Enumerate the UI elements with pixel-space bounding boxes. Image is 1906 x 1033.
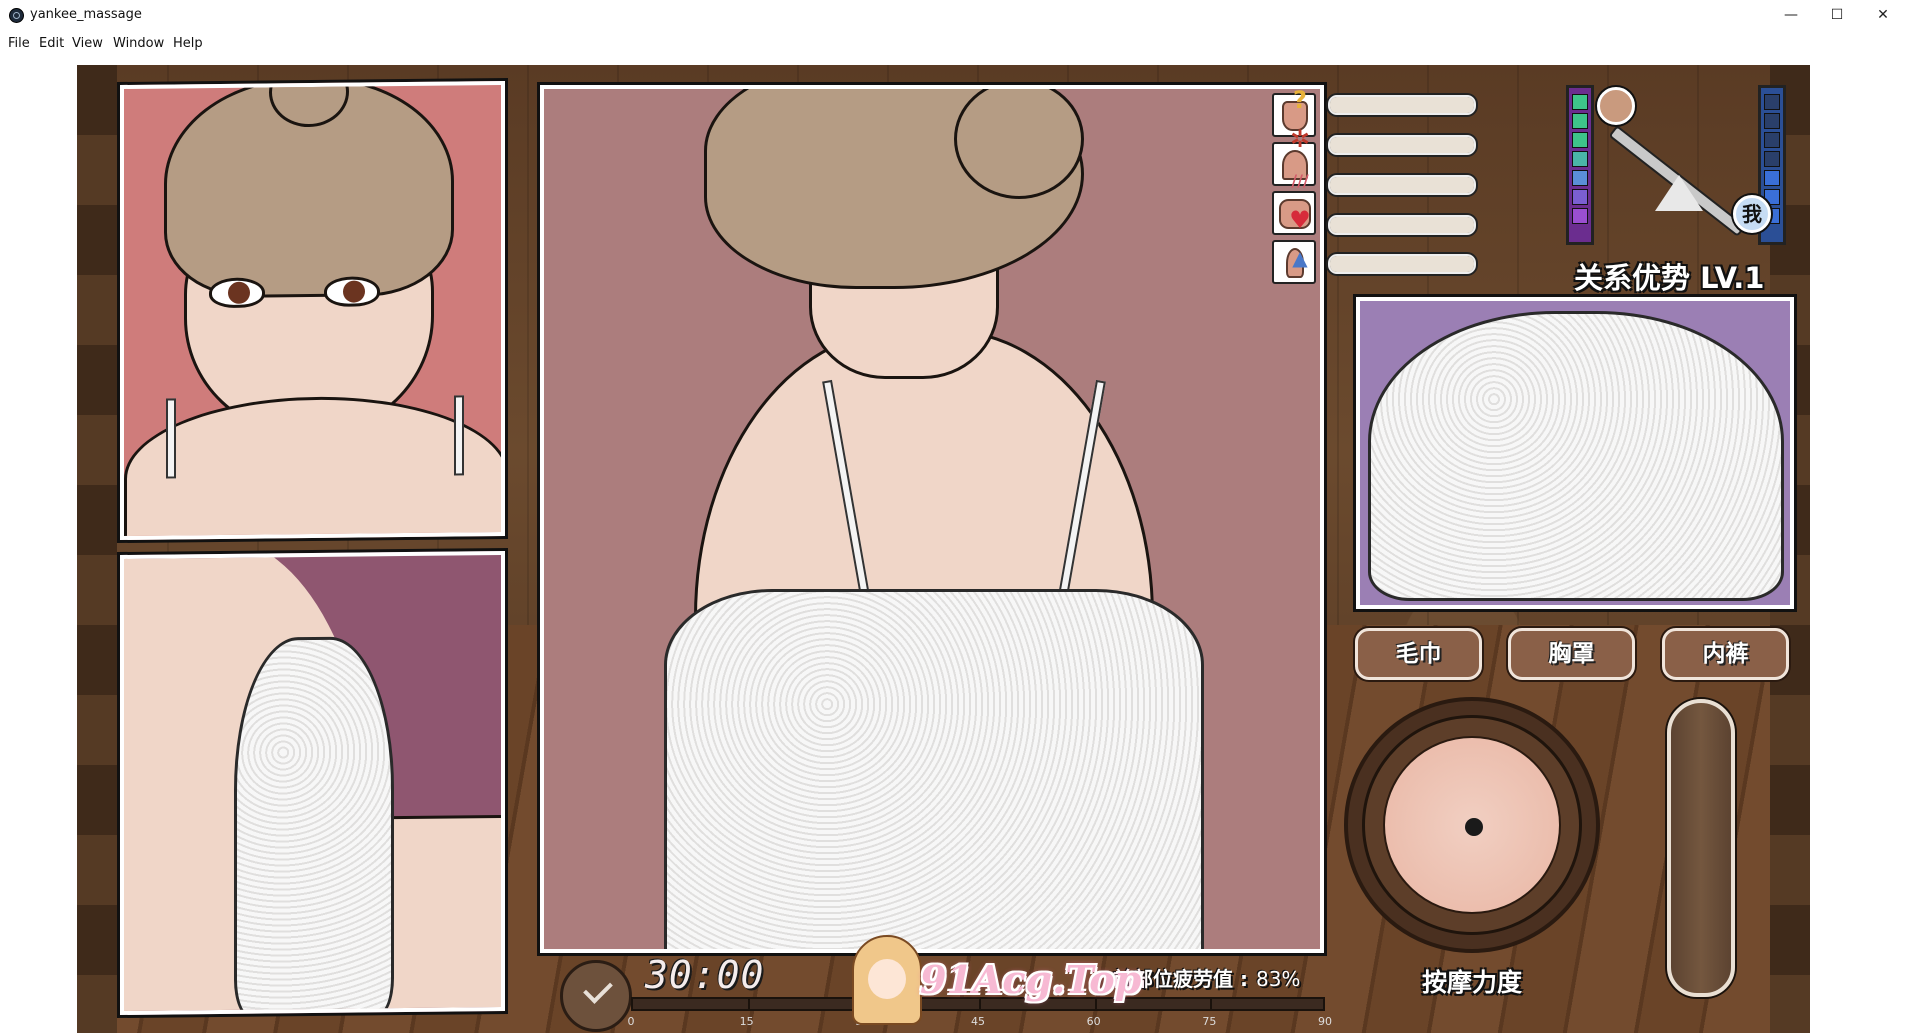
blush-icon: /// [1291,171,1309,190]
menu-bar: File Edit View Window Help [0,30,1906,58]
progress-tick-label: 75 [1202,1015,1217,1028]
anger-icon: ✲ [1289,125,1311,153]
app-icon [9,8,24,23]
rod-gauge [1667,699,1735,997]
heroine-meter [1566,85,1594,245]
watermark-text: 91Acg.Top [920,957,1142,1002]
bra-strap-right [454,395,464,476]
face-closeup-panel [120,80,505,541]
menu-edit[interactable]: Edit [39,36,64,51]
stat-bar-approval [1328,254,1476,274]
strength-label: 按摩力度 [1422,968,1523,997]
menu-window[interactable]: Window [113,36,164,51]
dial-pointer[interactable] [1465,818,1483,836]
shoulders [124,394,505,541]
balance-pivot [1655,175,1703,211]
right-eye [324,276,380,307]
main-towel [664,589,1204,949]
towel-closeup [1368,311,1784,601]
timer: 30:00 [645,953,765,997]
question-icon: ? [1293,86,1307,114]
close-button[interactable]: ✕ [1860,0,1906,30]
fatigue-value: 83% [1255,967,1301,991]
watermark: 91Acg.Top [842,935,1182,1025]
watermark-mascot [852,935,922,1025]
heart-icon: ♥ [1289,206,1311,234]
wall-trim-left [77,65,117,1033]
minimize-button[interactable]: — [1768,0,1814,30]
panties-button[interactable]: 内裤 [1662,628,1789,680]
bra-strap-left [166,398,176,479]
window-title: yankee_massage [30,7,142,22]
title-bar: yankee_massage — ☐ ✕ [0,0,1906,30]
progress-tick [1210,999,1213,1009]
stat-bar-anger [1328,135,1476,155]
menu-file[interactable]: File [8,36,30,51]
progress-tick-label: 15 [739,1015,754,1028]
towel-side [234,636,394,1016]
game-canvas[interactable]: ? ✲ /// ♥ ▲ 我 关系优势 LV.1 毛巾 胸罩 内裤 按摩力度 30… [77,65,1810,1033]
stat-bar-affection [1328,215,1476,235]
stat-bar-curiosity [1328,95,1476,115]
menu-help[interactable]: Help [173,36,203,51]
progress-tick-label: 0 [627,1015,635,1028]
strength-dial[interactable] [1344,697,1600,953]
side-view-panel [120,550,505,1016]
heroine-avatar [1597,87,1635,125]
progress-tick-label: 90 [1318,1015,1332,1028]
stat-bar-blush [1328,175,1476,195]
left-eye [209,277,265,309]
main-view-panel[interactable] [540,85,1324,953]
bra-button[interactable]: 胸罩 [1508,628,1635,680]
thumbs-up-icon: ▲ [1292,246,1308,270]
player-avatar: 我 [1733,195,1771,233]
towel-button[interactable]: 毛巾 [1355,628,1482,680]
dial-face[interactable] [1383,736,1561,914]
progress-tick [747,999,750,1009]
menu-view[interactable]: View [72,36,103,51]
zoom-view-panel [1356,297,1794,609]
clock-icon[interactable] [560,960,632,1032]
maximize-button[interactable]: ☐ [1814,0,1860,30]
relation-level: 关系优势 LV.1 [1574,261,1765,295]
